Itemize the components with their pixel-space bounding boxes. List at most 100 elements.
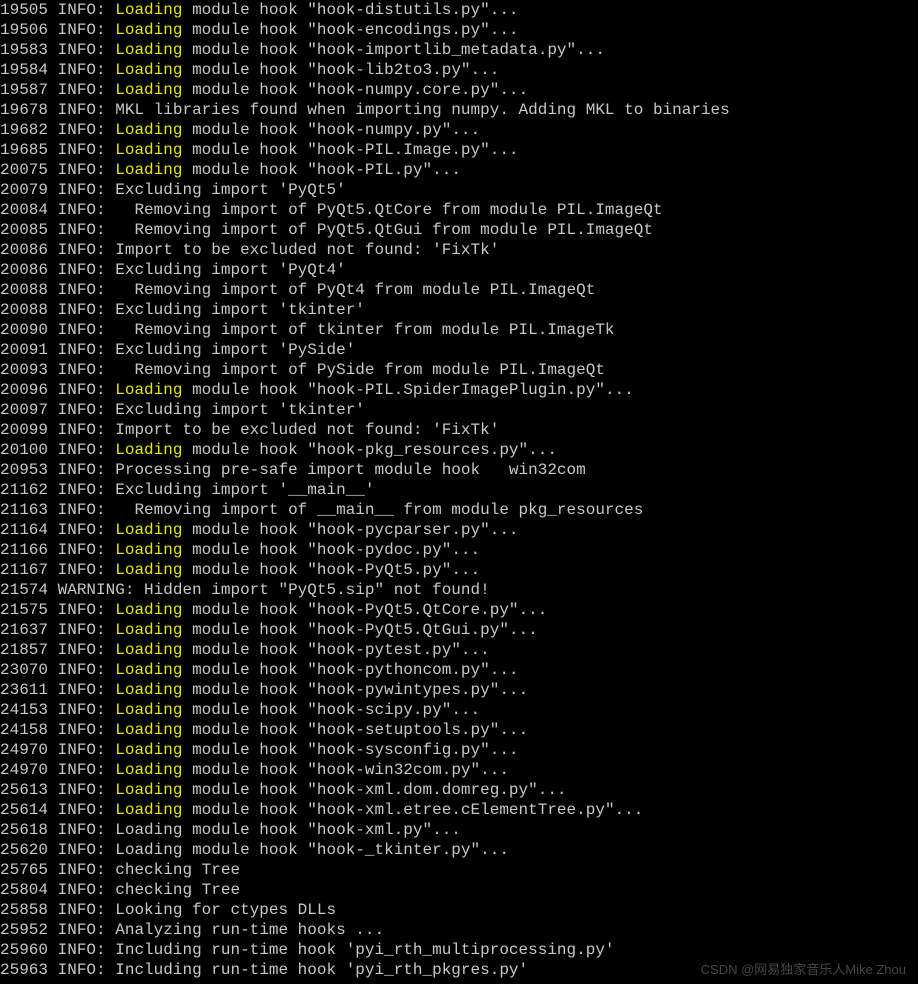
log-line: 19505 INFO: Loading module hook "hook-di… xyxy=(0,0,918,20)
log-line: 19506 INFO: Loading module hook "hook-en… xyxy=(0,20,918,40)
log-highlight: Loading xyxy=(115,701,182,719)
log-line: 21575 INFO: Loading module hook "hook-Py… xyxy=(0,600,918,620)
log-timestamp: 20093 xyxy=(0,361,48,379)
log-highlight: Loading xyxy=(115,121,182,139)
log-line: 20086 INFO: Excluding import 'PyQt4' xyxy=(0,260,918,280)
log-timestamp: 21574 xyxy=(0,581,48,599)
log-level: INFO: xyxy=(58,781,106,799)
log-timestamp: 20090 xyxy=(0,321,48,339)
log-highlight: Loading xyxy=(115,541,182,559)
log-timestamp: 24970 xyxy=(0,741,48,759)
log-highlight: Loading xyxy=(115,41,182,59)
log-message: module hook "hook-win32com.py"... xyxy=(182,761,508,779)
log-message: Removing import of PyQt4 from module PIL… xyxy=(115,281,595,299)
log-highlight: Loading xyxy=(115,61,182,79)
log-message: Removing import of PySide from module PI… xyxy=(115,361,605,379)
log-message: module hook "hook-pkg_resources.py"... xyxy=(182,441,556,459)
log-line: 20953 INFO: Processing pre-safe import m… xyxy=(0,460,918,480)
log-message: module hook "hook-sysconfig.py"... xyxy=(182,741,518,759)
log-level: INFO: xyxy=(58,461,106,479)
log-line: 21167 INFO: Loading module hook "hook-Py… xyxy=(0,560,918,580)
log-line: 25804 INFO: checking Tree xyxy=(0,880,918,900)
log-timestamp: 21637 xyxy=(0,621,48,639)
log-level: INFO: xyxy=(58,361,106,379)
log-message: Removing import of PyQt5.QtCore from mod… xyxy=(115,201,662,219)
log-message: Loading module hook "hook-_tkinter.py"..… xyxy=(115,841,509,859)
log-level: INFO: xyxy=(58,761,106,779)
log-line: 25960 INFO: Including run-time hook 'pyi… xyxy=(0,940,918,960)
log-message: module hook "hook-pydoc.py"... xyxy=(182,541,480,559)
log-level: INFO: xyxy=(58,921,106,939)
log-level: INFO: xyxy=(58,521,106,539)
log-message: module hook "hook-PIL.Image.py"... xyxy=(182,141,518,159)
log-line: 25858 INFO: Looking for ctypes DLLs xyxy=(0,900,918,920)
log-message: Excluding import 'tkinter' xyxy=(115,401,365,419)
log-line: 19682 INFO: Loading module hook "hook-nu… xyxy=(0,120,918,140)
log-message: Hidden import "PyQt5.sip" not found! xyxy=(144,581,490,599)
log-message: Loading module hook "hook-xml.py"... xyxy=(115,821,461,839)
log-level: INFO: xyxy=(58,261,106,279)
log-timestamp: 20085 xyxy=(0,221,48,239)
log-highlight: Loading xyxy=(115,741,182,759)
log-timestamp: 21575 xyxy=(0,601,48,619)
log-message: Excluding import 'PyQt5' xyxy=(115,181,345,199)
log-level: INFO: xyxy=(58,441,106,459)
log-message: module hook "hook-numpy.core.py"... xyxy=(182,81,528,99)
log-line: 19685 INFO: Loading module hook "hook-PI… xyxy=(0,140,918,160)
log-timestamp: 19685 xyxy=(0,141,48,159)
log-line: 21164 INFO: Loading module hook "hook-py… xyxy=(0,520,918,540)
log-highlight: Loading xyxy=(115,801,182,819)
log-level: INFO: xyxy=(58,101,106,119)
log-message: Excluding import 'tkinter' xyxy=(115,301,365,319)
log-line: 20075 INFO: Loading module hook "hook-PI… xyxy=(0,160,918,180)
log-message: module hook "hook-PyQt5.QtCore.py"... xyxy=(182,601,547,619)
log-timestamp: 21163 xyxy=(0,501,48,519)
log-timestamp: 25765 xyxy=(0,861,48,879)
log-line: 25618 INFO: Loading module hook "hook-xm… xyxy=(0,820,918,840)
log-timestamp: 21857 xyxy=(0,641,48,659)
log-timestamp: 21166 xyxy=(0,541,48,559)
log-line: 25963 INFO: Including run-time hook 'pyi… xyxy=(0,960,918,980)
log-timestamp: 25952 xyxy=(0,921,48,939)
log-line: 25952 INFO: Analyzing run-time hooks ... xyxy=(0,920,918,940)
log-line: 25613 INFO: Loading module hook "hook-xm… xyxy=(0,780,918,800)
log-timestamp: 25963 xyxy=(0,961,48,979)
log-level: INFO: xyxy=(58,901,106,919)
log-highlight: Loading xyxy=(115,161,182,179)
log-line: 20088 INFO: Excluding import 'tkinter' xyxy=(0,300,918,320)
log-timestamp: 23611 xyxy=(0,681,48,699)
log-message: Excluding import 'PyQt4' xyxy=(115,261,345,279)
log-level: INFO: xyxy=(58,401,106,419)
log-level: INFO: xyxy=(58,821,106,839)
log-message: module hook "hook-pythoncom.py"... xyxy=(182,661,518,679)
log-message: module hook "hook-PIL.py"... xyxy=(182,161,460,179)
log-message: module hook "hook-encodings.py"... xyxy=(182,21,518,39)
log-timestamp: 20084 xyxy=(0,201,48,219)
log-level: INFO: xyxy=(58,641,106,659)
log-level: INFO: xyxy=(58,481,106,499)
log-level: INFO: xyxy=(58,221,106,239)
log-message: Import to be excluded not found: 'FixTk' xyxy=(115,241,499,259)
log-timestamp: 19587 xyxy=(0,81,48,99)
log-timestamp: 20079 xyxy=(0,181,48,199)
log-line: 20091 INFO: Excluding import 'PySide' xyxy=(0,340,918,360)
log-highlight: Loading xyxy=(115,521,182,539)
log-timestamp: 20086 xyxy=(0,261,48,279)
log-line: 21857 INFO: Loading module hook "hook-py… xyxy=(0,640,918,660)
log-level: INFO: xyxy=(58,681,106,699)
log-level: INFO: xyxy=(58,281,106,299)
log-level: WARNING: xyxy=(58,581,135,599)
log-highlight: Loading xyxy=(115,621,182,639)
log-timestamp: 20091 xyxy=(0,341,48,359)
log-timestamp: 21167 xyxy=(0,561,48,579)
log-message: module hook "hook-lib2to3.py"... xyxy=(182,61,499,79)
log-line: 20093 INFO: Removing import of PySide fr… xyxy=(0,360,918,380)
log-timestamp: 24970 xyxy=(0,761,48,779)
log-timestamp: 25960 xyxy=(0,941,48,959)
log-timestamp: 20088 xyxy=(0,281,48,299)
log-level: INFO: xyxy=(58,41,106,59)
log-line: 20090 INFO: Removing import of tkinter f… xyxy=(0,320,918,340)
log-level: INFO: xyxy=(58,601,106,619)
log-highlight: Loading xyxy=(115,21,182,39)
log-message: Analyzing run-time hooks ... xyxy=(115,921,384,939)
